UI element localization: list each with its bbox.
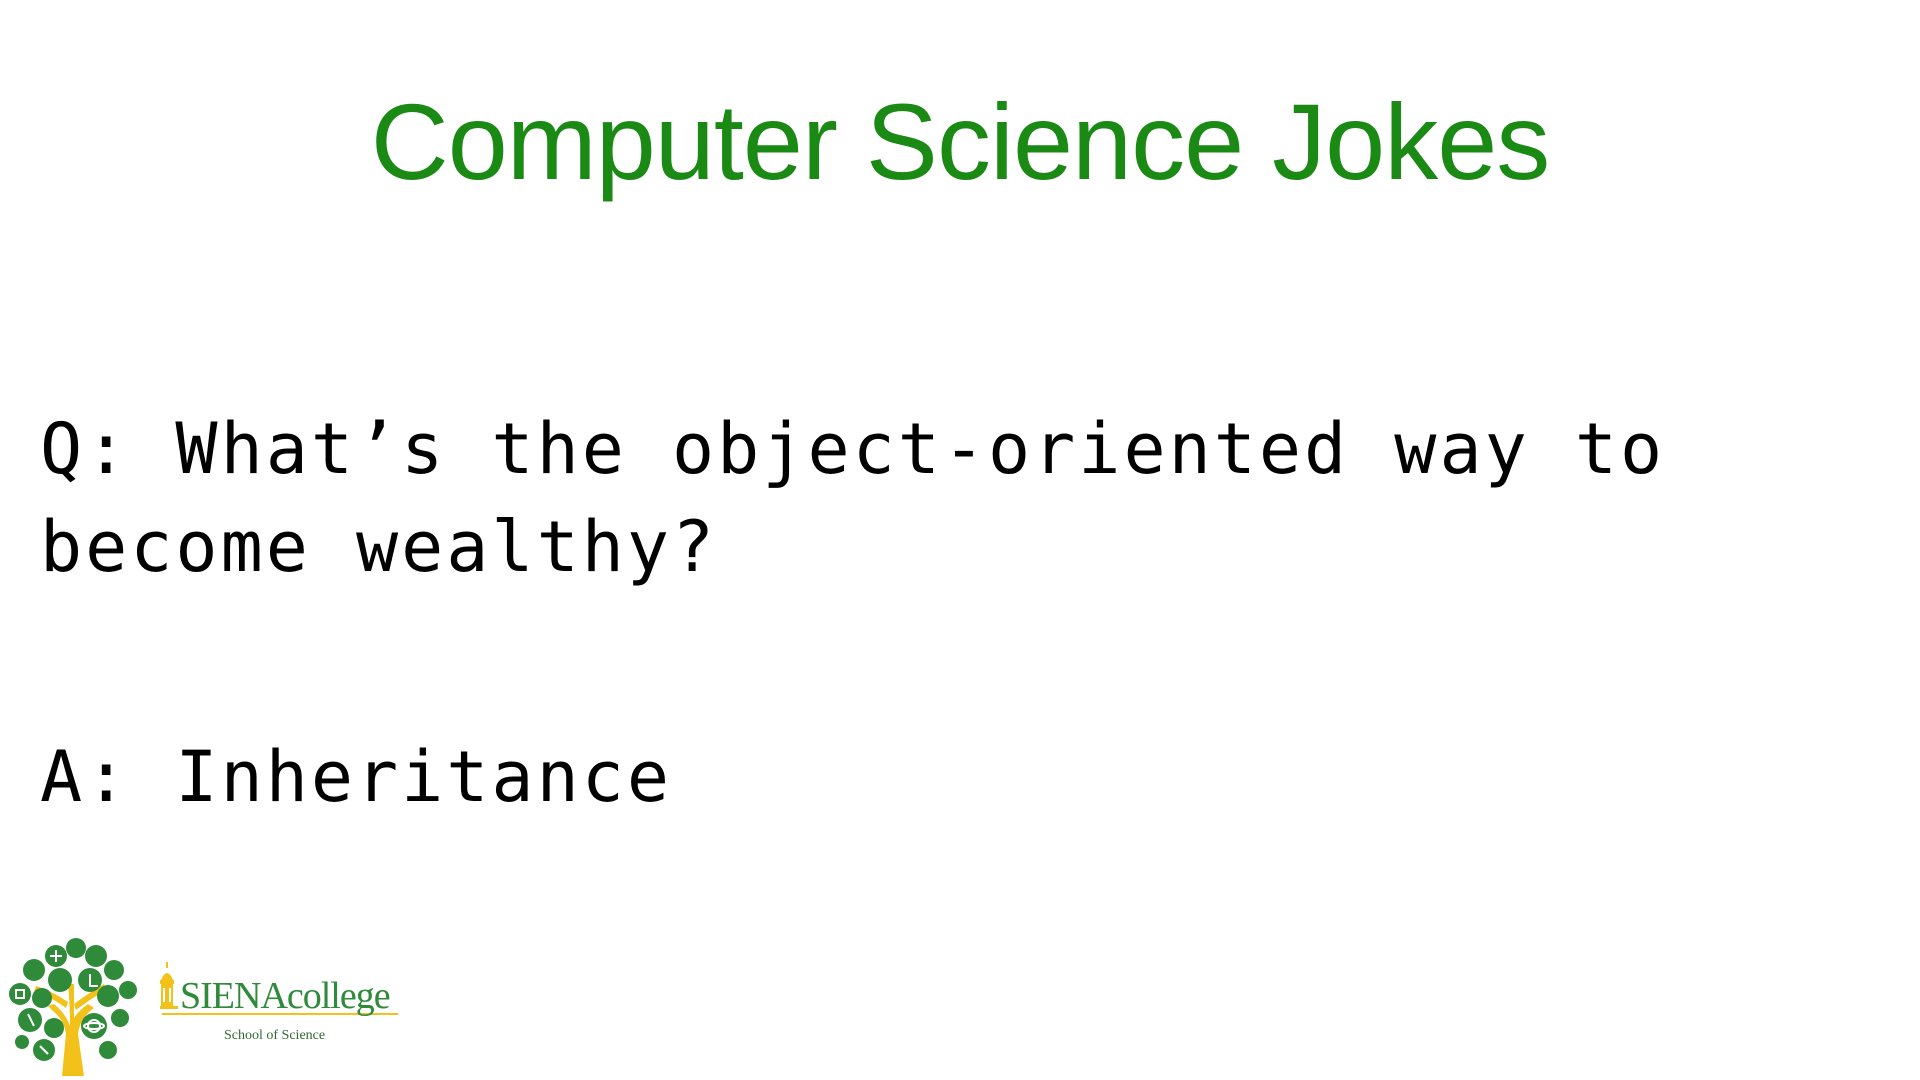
school-subtitle: School of Science	[224, 1028, 326, 1043]
joke-question: Q: What’s the object-oriented way to bec…	[40, 408, 1711, 588]
slide-title: Computer Science Jokes	[370, 81, 1551, 202]
joke-answer: A: Inheritance	[40, 736, 673, 818]
siena-wordmark-label: SIENAcollege	[180, 975, 391, 1017]
footer-logos: SIENAcollege School of Science	[0, 930, 420, 1080]
slide-body: Q: What’s the object-oriented way to bec…	[40, 400, 1880, 826]
science-tree-icon	[9, 938, 137, 1076]
slide: Computer Science Jokes Q: What’s the obj…	[0, 0, 1920, 1080]
siena-wordmark-text: SIENAcollege	[180, 974, 391, 1018]
